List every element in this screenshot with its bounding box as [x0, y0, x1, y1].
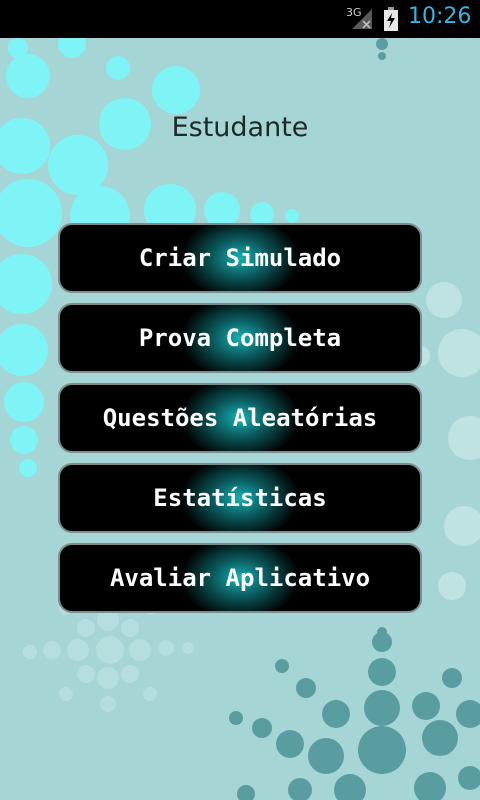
statistics-label: Estatísticas	[153, 484, 327, 512]
full-exam-label: Prova Completa	[138, 324, 342, 352]
random-questions-label: Questões Aleatórias	[102, 404, 378, 432]
random-questions-button[interactable]: Questões Aleatórias	[58, 383, 422, 453]
statistics-button[interactable]: Estatísticas	[58, 463, 422, 533]
rate-app-button[interactable]: Avaliar Aplicativo	[58, 543, 422, 613]
main-menu: Criar Simulado Prova Completa Questões A…	[58, 223, 422, 623]
full-exam-button[interactable]: Prova Completa	[58, 303, 422, 373]
signal-icon	[352, 9, 372, 29]
create-simulation-label: Criar Simulado	[138, 244, 342, 272]
create-simulation-button[interactable]: Criar Simulado	[58, 223, 422, 293]
status-bar: 3G 10:26	[0, 0, 480, 38]
rate-app-label: Avaliar Aplicativo	[109, 564, 371, 592]
page-title: Estudante	[171, 112, 309, 143]
battery-charging-icon	[384, 7, 398, 31]
clock: 10:26	[408, 4, 472, 29]
